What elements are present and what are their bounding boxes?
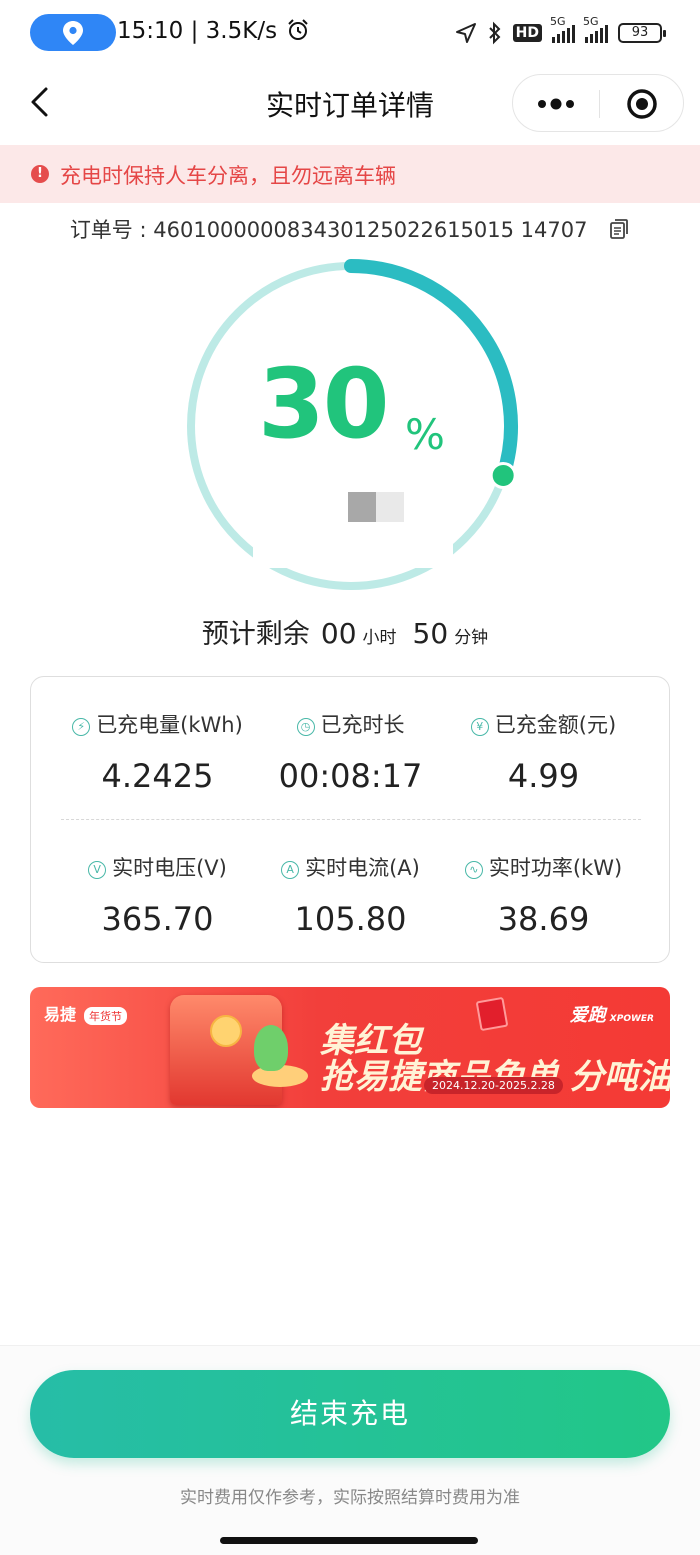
stat-current-label: 实时电流(A) xyxy=(305,856,420,880)
promo-mascot xyxy=(254,1025,288,1071)
stat-current: A 实时电流(A) 105.80 xyxy=(244,852,457,938)
remaining-prefix: 预计剩余 xyxy=(201,619,310,650)
hd-badge: HD xyxy=(512,24,542,42)
stat-amount: ¥ 已充金额(元) 4.99 xyxy=(437,709,650,795)
navigation-arrow-icon xyxy=(455,23,476,43)
network-label-2: 5G xyxy=(583,15,599,28)
ring-progress-knob xyxy=(489,461,517,489)
remaining-minutes: 50 xyxy=(412,617,449,650)
minutes-unit: 分钟 xyxy=(454,628,489,648)
location-pin-icon xyxy=(63,21,83,45)
clock-icon: ◷ xyxy=(296,717,315,736)
copy-button[interactable] xyxy=(608,218,630,245)
remaining-time: 预计剩余 00 小时 50 分钟 xyxy=(0,612,700,651)
stat-voltage: V 实时电压(V) 365.70 xyxy=(51,852,264,938)
warning-banner: ! 充电时保持人车分离，且勿远离车辆 xyxy=(0,145,700,203)
signal-icon: 5G xyxy=(550,15,575,43)
promo-brand-sub: XPOWER xyxy=(609,1014,654,1024)
more-button[interactable] xyxy=(513,75,599,133)
order-number: 460100000083430125022615015 14707 xyxy=(153,218,588,242)
status-time: 15:10 | 3.5K/s xyxy=(117,18,310,44)
red-envelope-icon xyxy=(475,996,509,1032)
stat-energy-value: 4.2425 xyxy=(101,757,214,795)
voltage-icon: V xyxy=(88,860,107,879)
time-speed-text: 15:10 | 3.5K/s xyxy=(117,18,278,44)
mini-program-capsule xyxy=(512,74,684,132)
stat-energy: ⚡ 已充电量(kWh) 4.2425 xyxy=(51,709,264,795)
target-icon xyxy=(627,89,657,119)
charge-percent-value: 30 xyxy=(258,348,390,460)
remaining-hours: 00 xyxy=(320,617,357,650)
order-label: 订单号 : xyxy=(69,218,154,242)
stat-amount-label: 已充金额(元) xyxy=(494,713,617,737)
stat-amount-value: 4.99 xyxy=(507,757,580,795)
redacted-block-light xyxy=(376,492,404,522)
stat-power-value: 38.69 xyxy=(497,900,590,938)
nav-bar: 实时订单详情 xyxy=(0,66,700,144)
yen-icon: ¥ xyxy=(470,717,489,736)
promo-banner[interactable]: 易捷年货节 集红包 抢易捷商品免单 分吨油 2024.12.20-2025.2.… xyxy=(30,987,670,1108)
bluetooth-icon xyxy=(488,21,501,45)
end-charging-button[interactable]: 结束充电 xyxy=(30,1370,670,1458)
promo-logo: 易捷 年货节 xyxy=(44,1001,128,1025)
charge-percent-sign: % xyxy=(405,410,445,459)
promo-brand-text: 爱跑 xyxy=(569,1005,606,1026)
promo-date: 2024.12.20-2025.2.28 xyxy=(424,1077,563,1094)
promo-logo-tag: 年货节 xyxy=(84,1007,128,1025)
network-label: 5G xyxy=(550,15,566,28)
warning-text: 充电时保持人车分离，且勿远离车辆 xyxy=(60,164,396,188)
battery-icon: 93 xyxy=(618,23,666,43)
more-dots-icon xyxy=(538,98,574,110)
alarm-icon xyxy=(288,19,309,40)
warning-icon: ! xyxy=(31,165,49,183)
footer: 结束充电 实时费用仅作参考，实际按照结算时费用为准 xyxy=(0,1345,700,1555)
lightning-icon: ⚡ xyxy=(72,717,91,736)
redacted-block xyxy=(348,492,376,522)
current-icon: A xyxy=(281,860,300,879)
promo-logo-text: 易捷 xyxy=(44,1005,77,1024)
order-number-row: 订单号 : 460100000083430125022615015 14707 xyxy=(0,214,700,245)
stat-duration-label: 已充时长 xyxy=(320,713,405,737)
status-bar: 15:10 | 3.5K/s HD 5G 5G 93 xyxy=(0,0,700,66)
stat-duration: ◷ 已充时长 00:08:17 xyxy=(244,709,457,795)
signal-icon-2: 5G xyxy=(583,15,608,43)
location-pill[interactable] xyxy=(30,14,116,51)
stat-voltage-value: 365.70 xyxy=(101,900,214,938)
card-divider xyxy=(61,819,641,820)
wave-icon: ∿ xyxy=(464,860,483,879)
stat-power: ∿ 实时功率(kW) 38.69 xyxy=(437,852,650,938)
promo-brand: 爱跑 XPOWER xyxy=(570,1001,654,1027)
stat-duration-value: 00:08:17 xyxy=(278,757,423,795)
close-program-button[interactable] xyxy=(599,75,685,133)
stat-voltage-label: 实时电压(V) xyxy=(112,856,227,880)
stat-energy-label: 已充电量(kWh) xyxy=(96,713,243,737)
stat-power-label: 实时功率(kW) xyxy=(488,856,623,880)
hours-unit: 小时 xyxy=(362,628,397,648)
stat-current-value: 105.80 xyxy=(294,900,407,938)
home-indicator[interactable] xyxy=(220,1537,478,1544)
status-icons: HD 5G 5G 93 xyxy=(455,15,666,48)
footer-note: 实时费用仅作参考，实际按照结算时费用为准 xyxy=(180,1488,520,1508)
copy-icon xyxy=(610,219,629,239)
coin-icon xyxy=(210,1015,242,1047)
charging-stats-card: ⚡ 已充电量(kWh) 4.2425 ◷ 已充时长 00:08:17 ¥ 已充金额(元… xyxy=(30,676,670,963)
